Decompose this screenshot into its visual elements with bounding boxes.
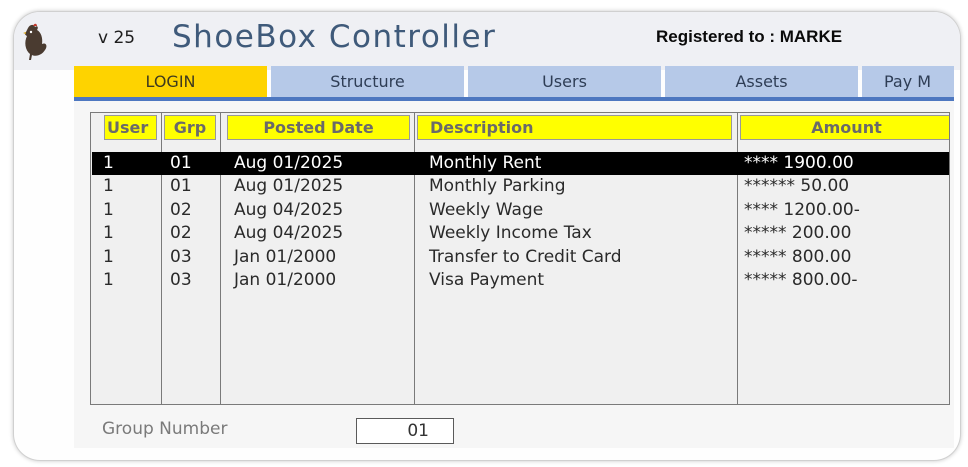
tab-structure[interactable]: Structure: [271, 66, 464, 99]
cell-posted-date: Jan 01/2000: [234, 246, 337, 267]
column-header-grp[interactable]: Grp: [164, 115, 216, 140]
version-label: v 25: [98, 28, 136, 48]
cell-posted-date: Aug 04/2025: [234, 223, 344, 244]
cell-amount: ***** 800.00-: [744, 270, 858, 290]
table-row[interactable]: 1 03 Jan 01/2000 Visa Payment ***** 800.00-: [92, 269, 949, 292]
column-header-description[interactable]: Description: [417, 115, 732, 140]
tab-assets[interactable]: Assets: [665, 66, 858, 99]
tab-bar: LOGIN Structure Users Assets Pay M: [74, 66, 954, 99]
cell-user: 1: [103, 223, 114, 244]
rooster-logo-icon: [23, 23, 47, 60]
cell-user: 1: [103, 153, 114, 173]
cell-grp: 01: [170, 153, 192, 173]
transactions-grid[interactable]: User Grp Posted Date Description Amount …: [90, 112, 950, 405]
registered-to-label: Registered to : MARKE: [656, 27, 843, 46]
cell-grp: 02: [170, 199, 192, 220]
cell-grp: 01: [170, 176, 192, 197]
table-row[interactable]: 1 01 Aug 01/2025 Monthly Rent **** 1900.00: [92, 152, 949, 175]
cell-description: Weekly Income Tax: [429, 223, 592, 244]
column-header-amount[interactable]: Amount: [740, 115, 949, 140]
cell-amount: **** 1900.00: [744, 153, 854, 173]
cell-description: Monthly Rent: [429, 153, 542, 173]
cell-amount: ****** 50.00: [744, 176, 850, 197]
app-title: ShoeBox Controller: [172, 19, 497, 55]
group-number-label: Group Number: [102, 419, 228, 439]
cell-grp: 03: [170, 246, 192, 267]
cell-description: Weekly Wage: [429, 199, 544, 220]
cell-grp: 03: [170, 270, 192, 290]
cell-amount: ***** 200.00: [744, 223, 852, 244]
cell-grp: 02: [170, 223, 192, 244]
table-row[interactable]: 1 02 Aug 04/2025 Weekly Income Tax ***** 200…: [92, 222, 949, 245]
title-bar: v 25 ShoeBox Controller Registered to : …: [14, 12, 960, 70]
cell-amount: ***** 800.00: [744, 246, 852, 267]
cell-posted-date: Aug 04/2025: [234, 199, 344, 220]
cell-description: Transfer to Credit Card: [429, 246, 622, 267]
cell-posted-date: Jan 01/2000: [234, 270, 337, 290]
cell-user: 1: [103, 246, 114, 267]
cell-description: Visa Payment: [429, 270, 545, 290]
cell-amount: **** 1200.00-: [744, 199, 860, 220]
group-number-field[interactable]: 01: [356, 418, 454, 444]
tab-users[interactable]: Users: [468, 66, 661, 99]
tab-login[interactable]: LOGIN: [74, 66, 267, 99]
column-header-posted-date[interactable]: Posted Date: [227, 115, 410, 140]
cell-posted-date: Aug 01/2025: [234, 176, 344, 197]
tab-pay[interactable]: Pay M: [862, 66, 954, 99]
cell-user: 1: [103, 176, 114, 197]
cell-user: 1: [103, 199, 114, 220]
cell-description: Monthly Parking: [429, 176, 566, 197]
table-row[interactable]: 1 03 Jan 01/2000 Transfer to Credit Card ***…: [92, 246, 949, 269]
cell-user: 1: [103, 270, 114, 290]
cell-posted-date: Aug 01/2025: [234, 153, 344, 173]
column-header-user[interactable]: User: [104, 115, 157, 140]
table-row[interactable]: 1 02 Aug 04/2025 Weekly Wage **** 1200.00-: [92, 199, 949, 222]
table-row[interactable]: 1 01 Aug 01/2025 Monthly Parking ****** 50.0…: [92, 175, 949, 198]
